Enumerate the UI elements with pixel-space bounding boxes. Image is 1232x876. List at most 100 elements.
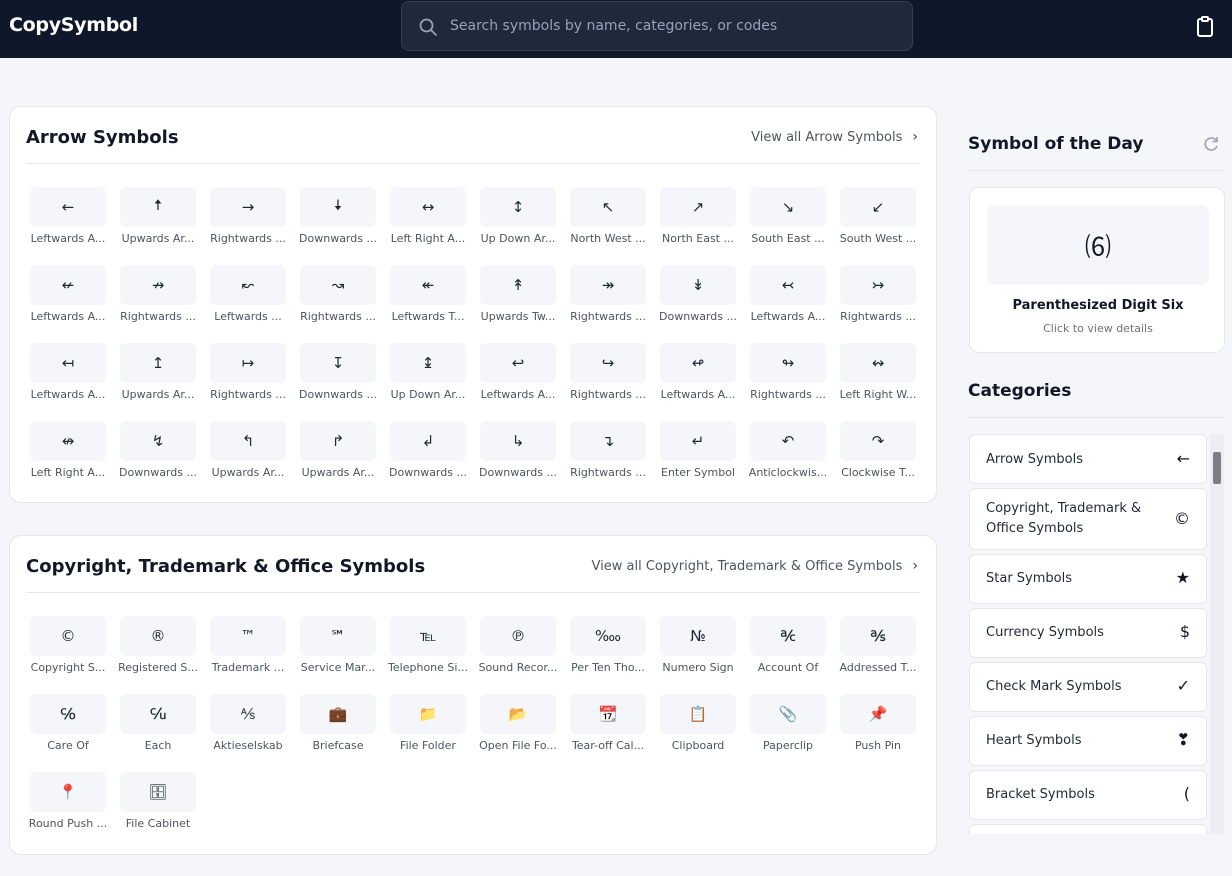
symbol-tile[interactable]: ↯ Downwards ...	[119, 421, 197, 499]
symbol-label: Trademark ...	[211, 661, 285, 674]
symbol-glyph: →	[210, 187, 286, 227]
symbol-tile[interactable]: 🗄 File Cabinet	[120, 772, 196, 850]
category-scrollbar[interactable]	[1210, 434, 1224, 834]
symbol-tile[interactable]: ↰ Upwards Ar...	[210, 421, 286, 499]
symbol-tile[interactable]: 📆 Tear-off Cal...	[570, 694, 646, 772]
symbol-tile[interactable]: ℡ Telephone Si...	[388, 616, 468, 694]
symbol-glyph: ↰	[210, 421, 286, 461]
symbol-glyph: 📆	[570, 694, 646, 734]
symbol-tile[interactable]: ↤ Leftwards A...	[30, 343, 106, 421]
symbol-tile[interactable]: ℁ Addressed T...	[840, 616, 916, 694]
symbol-tile[interactable]: ↵ Enter Symbol	[660, 421, 736, 499]
symbol-tile[interactable]: ↜ Leftwards ...	[210, 265, 286, 343]
symbol-glyph: ↚	[30, 265, 106, 305]
symbol-tile[interactable]: ↦ Rightwards ...	[210, 343, 286, 421]
symbol-tile[interactable]: ↡ Downwards ...	[659, 265, 737, 343]
symbol-tile[interactable]: ℗ Sound Recor...	[479, 616, 557, 694]
symbol-tile[interactable]: 🠅 Upwards Ar...	[120, 187, 196, 265]
symbol-tile[interactable]: ↗ North East ...	[660, 187, 736, 265]
category-label: Heart Symbols	[986, 733, 1082, 748]
category-item-copyright[interactable]: Copyright, Trademark & Office Symbols ©	[969, 488, 1207, 550]
view-all-copyright-link[interactable]: View all Copyright, Trademark & Office S…	[592, 558, 918, 574]
symbol-tile[interactable]: ℆ Each	[120, 694, 196, 772]
symbol-tile[interactable]: 📍 Round Push ...	[29, 772, 107, 850]
refresh-icon[interactable]	[1201, 134, 1221, 154]
category-label: Check Mark Symbols	[986, 679, 1122, 694]
symbol-tile[interactable]: 📌 Push Pin	[840, 694, 916, 772]
symbol-tile[interactable]: ⅍ Aktieselskab	[210, 694, 286, 772]
symbol-tile[interactable]: ↬ Rightwards ...	[750, 343, 826, 421]
symbol-tile[interactable]: ↝ Rightwards ...	[300, 265, 376, 343]
symbol-label: Rightwards ...	[300, 310, 376, 323]
symbol-tile[interactable]: 📎 Paperclip	[750, 694, 826, 772]
symbol-tile[interactable]: ↷ Clockwise T...	[840, 421, 916, 499]
symbol-tile[interactable]: ↩ Leftwards A...	[480, 343, 556, 421]
symbol-tile[interactable]: → Rightwards ...	[210, 187, 286, 265]
symbol-tile[interactable]: ↲ Downwards ...	[389, 421, 467, 499]
clipboard-icon[interactable]	[1193, 15, 1217, 39]
symbol-tile[interactable]: 📁 File Folder	[390, 694, 466, 772]
symbol-tile[interactable]: ‱ Per Ten Tho...	[570, 616, 646, 694]
symbol-tile[interactable]: ↢ Leftwards A...	[750, 265, 826, 343]
symbol-tile[interactable]: 📂 Open File Fo...	[479, 694, 557, 772]
symbol-tile[interactable]: ↙ South West ...	[840, 187, 916, 265]
symbol-tile[interactable]: ↧ Downwards ...	[299, 343, 377, 421]
scrollbar-thumb[interactable]	[1213, 452, 1221, 484]
search-bar[interactable]	[401, 1, 913, 51]
symbol-grid: © Copyright S... ® Registered S... ™ Trademar…	[29, 616, 916, 850]
symbol-label: Rightwards ...	[570, 310, 646, 323]
symbol-tile[interactable]: ↖ North West ...	[570, 187, 646, 265]
symbol-tile[interactable]: ↚ Leftwards A...	[30, 265, 106, 343]
symbol-tile[interactable]: ↥ Upwards Ar...	[120, 343, 196, 421]
symbol-tile[interactable]: ™ Trademark ...	[210, 616, 286, 694]
view-all-arrow-link[interactable]: View all Arrow Symbols ›	[751, 129, 918, 145]
symbol-tile[interactable]: ℅ Care Of	[30, 694, 106, 772]
category-label: Bracket Symbols	[986, 787, 1095, 802]
symbol-glyph: ↙	[840, 187, 916, 227]
category-item-next[interactable]	[969, 824, 1207, 834]
symbol-tile[interactable]: ← Leftwards A...	[30, 187, 106, 265]
symbol-tile[interactable]: ↮ Left Right A...	[30, 421, 106, 499]
symbol-tile[interactable]: ↫ Leftwards A...	[660, 343, 736, 421]
symbol-tile[interactable]: ↭ Left Right W...	[840, 343, 916, 421]
symbol-tile[interactable]: ↕ Up Down Ar...	[480, 187, 556, 265]
category-item-bracket[interactable]: Bracket Symbols (	[969, 770, 1207, 820]
symbol-tile[interactable]: © Copyright S...	[30, 616, 106, 694]
section-divider	[26, 592, 920, 593]
symbol-tile[interactable]: № Numero Sign	[660, 616, 736, 694]
symbol-tile[interactable]: ↪ Rightwards ...	[570, 343, 646, 421]
site-logo[interactable]: CopySymbol	[9, 14, 138, 36]
symbol-tile[interactable]: 📋 Clipboard	[660, 694, 736, 772]
symbol-label: Upwards Ar...	[211, 466, 285, 479]
view-all-label: View all Arrow Symbols	[751, 129, 903, 145]
symbol-tile[interactable]: ↞ Leftwards T...	[390, 265, 466, 343]
symbol-tile[interactable]: ↴ Rightwards ...	[570, 421, 646, 499]
category-item-star[interactable]: Star Symbols ★	[969, 554, 1207, 604]
symbol-tile[interactable]: ® Registered S...	[118, 616, 198, 694]
category-item-heart[interactable]: Heart Symbols ❣	[969, 716, 1207, 766]
category-item-check-mark[interactable]: Check Mark Symbols ✓	[969, 662, 1207, 712]
symbol-tile[interactable]: 💼 Briefcase	[300, 694, 376, 772]
chevron-right-icon: ›	[912, 558, 918, 574]
symbol-tile[interactable]: ↳ Downwards ...	[479, 421, 557, 499]
symbol-tile[interactable]: ↘ South East ...	[750, 187, 826, 265]
symbol-glyph: ←	[30, 187, 106, 227]
symbol-tile[interactable]: 🠇 Downwards ...	[299, 187, 377, 265]
symbol-tile[interactable]: ↨ Up Down Ar...	[390, 343, 466, 421]
symbol-tile[interactable]: ℠ Service Mar...	[300, 616, 376, 694]
symbol-tile[interactable]: ↠ Rightwards ...	[570, 265, 646, 343]
symbol-label: Leftwards A...	[660, 388, 736, 401]
symbol-tile[interactable]: ↣ Rightwards ...	[840, 265, 916, 343]
symbol-tile[interactable]: ↶ Anticlockwis...	[749, 421, 827, 499]
symbol-tile[interactable]: ↟ Upwards Tw...	[480, 265, 556, 343]
symbol-tile[interactable]: ↱ Upwards Ar...	[300, 421, 376, 499]
symbol-tile[interactable]: ↛ Rightwards ...	[120, 265, 196, 343]
symbol-label: Rightwards ...	[750, 388, 826, 401]
symbol-label: Upwards Ar...	[121, 232, 195, 245]
search-input[interactable]	[450, 2, 900, 50]
symbol-tile[interactable]: ℀ Account Of	[750, 616, 826, 694]
symbol-of-day-card[interactable]: ⑹ Parenthesized Digit Six Click to view …	[969, 187, 1225, 353]
category-item-currency[interactable]: Currency Symbols $	[969, 608, 1207, 658]
category-item-arrow[interactable]: Arrow Symbols ←	[969, 434, 1207, 484]
symbol-tile[interactable]: ↔ Left Right A...	[390, 187, 466, 265]
